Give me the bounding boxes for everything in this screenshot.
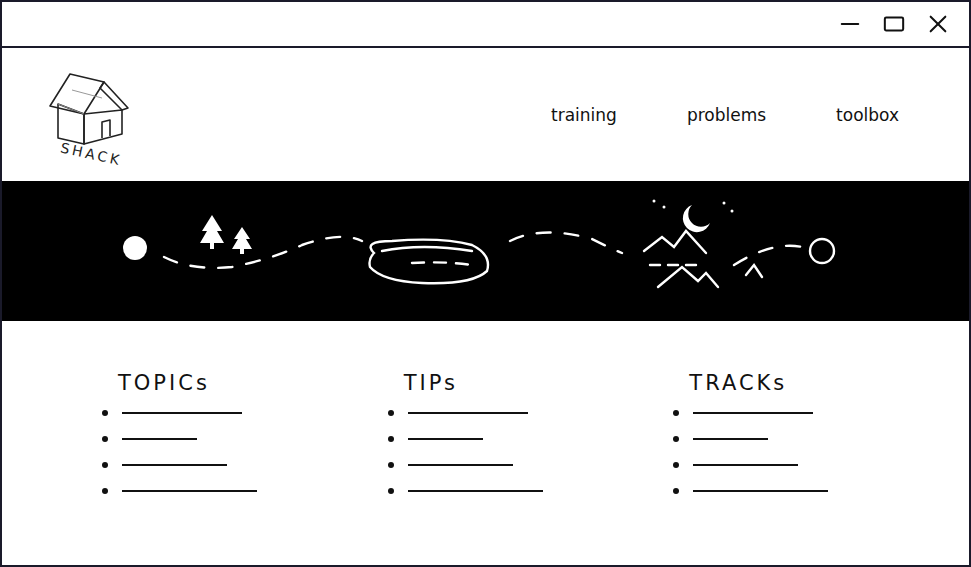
placeholder-line	[122, 412, 242, 414]
placeholder-line	[122, 490, 257, 492]
placeholder-line	[408, 464, 513, 466]
nav-link[interactable]: training	[551, 105, 617, 125]
placeholder-line	[408, 438, 483, 440]
minimize-icon[interactable]	[839, 13, 861, 35]
placeholder-line	[408, 490, 543, 492]
content: TOPICs TIPs TRACKs	[2, 321, 969, 565]
bullet-icon	[102, 462, 108, 468]
browser-window: SHACK training problems toolbox TOPICs TIPs TR…	[0, 0, 971, 567]
section-column: TOPICs	[72, 371, 358, 565]
placeholder-line	[122, 464, 227, 466]
list-item[interactable]	[102, 435, 257, 443]
bullet-icon	[102, 488, 108, 494]
bullet-icon	[673, 462, 679, 468]
placeholder-line	[122, 438, 197, 440]
list-item[interactable]	[673, 435, 828, 443]
nav-link[interactable]: problems	[687, 105, 766, 125]
list-item[interactable]	[102, 409, 257, 417]
list-item[interactable]	[102, 487, 257, 495]
site-header: SHACK training problems toolbox	[2, 48, 969, 181]
section-column: TRACKs	[643, 371, 929, 565]
list-item[interactable]	[102, 461, 257, 469]
placeholder-line	[693, 438, 768, 440]
placeholder-line	[693, 412, 813, 414]
close-icon[interactable]	[927, 13, 949, 35]
section-list	[673, 409, 828, 495]
list-item[interactable]	[388, 435, 543, 443]
section-column: TIPs	[358, 371, 644, 565]
bullet-icon	[388, 436, 394, 442]
section-title[interactable]: TRACKs	[689, 371, 787, 395]
list-item[interactable]	[388, 487, 543, 495]
bullet-icon	[388, 488, 394, 494]
list-item[interactable]	[673, 461, 828, 469]
placeholder-line	[408, 412, 528, 414]
section-title[interactable]: TOPICs	[118, 371, 210, 395]
bullet-icon	[102, 410, 108, 416]
bullet-icon	[388, 410, 394, 416]
logo-text: SHACK	[59, 139, 124, 168]
nav-link[interactable]: toolbox	[836, 105, 899, 125]
bullet-icon	[673, 488, 679, 494]
section-list	[388, 409, 543, 495]
list-item[interactable]	[673, 409, 828, 417]
maximize-icon[interactable]	[883, 13, 905, 35]
list-item[interactable]	[388, 409, 543, 417]
placeholder-line	[693, 464, 798, 466]
section-list	[102, 409, 257, 495]
house-icon	[42, 68, 142, 148]
placeholder-line	[693, 490, 828, 492]
hero-banner	[2, 181, 969, 321]
bullet-icon	[673, 436, 679, 442]
main-nav: training problems toolbox	[551, 105, 899, 125]
list-item[interactable]	[388, 461, 543, 469]
bullet-icon	[673, 410, 679, 416]
title-bar	[2, 2, 969, 48]
section-title[interactable]: TIPs	[404, 371, 458, 395]
bullet-icon	[388, 462, 394, 468]
bullet-icon	[102, 436, 108, 442]
logo[interactable]: SHACK	[34, 68, 149, 162]
list-item[interactable]	[673, 487, 828, 495]
trail-illustration-icon	[2, 181, 969, 321]
